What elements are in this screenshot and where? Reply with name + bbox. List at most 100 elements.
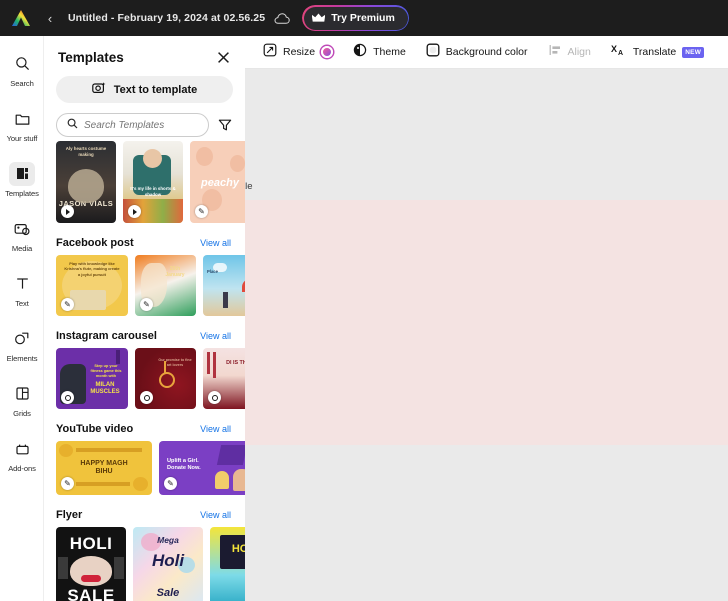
- sidebar-label-your-stuff: Your stuff: [6, 133, 38, 143]
- sidebar-item-grids[interactable]: Grids: [0, 372, 44, 427]
- section-title: Instagram carousel: [56, 330, 157, 342]
- canvas-document-band[interactable]: [245, 200, 728, 445]
- template-card-title: Step up your fitness game this month wit…: [90, 364, 122, 378]
- design-toolbar: Resize Theme Background color Align XA T…: [245, 36, 728, 69]
- sidebar-item-media[interactable]: Media: [0, 207, 44, 262]
- template-card-title: 26th January: [165, 266, 185, 279]
- template-card-title: HOLI: [69, 534, 113, 553]
- view-all-link[interactable]: View all: [200, 510, 231, 520]
- template-card-pink-diwali-carousel[interactable]: DI IS TH Best: [203, 348, 245, 409]
- view-all-link[interactable]: View all: [200, 238, 231, 248]
- translate-button[interactable]: XA Translate NEW: [611, 43, 705, 62]
- templates-icon: [9, 161, 35, 186]
- template-card-title: peachy: [201, 177, 239, 189]
- template-card-title: Aly hearts costume making: [65, 146, 107, 157]
- template-card-title: Play with knowledge like Krishna's flute…: [64, 261, 120, 277]
- theme-icon: [353, 43, 367, 62]
- template-card-title: Uplift a Girl. Donate Now.: [167, 458, 201, 472]
- left-rail: Search Your stuff Templates Media Text E…: [0, 36, 44, 601]
- section-title: Facebook post: [56, 237, 134, 249]
- template-card-peachy-pastel[interactable]: peachy ✎: [190, 141, 245, 223]
- top-bar: ‹ Untitled - February 19, 2024 at 02.56.…: [0, 0, 728, 36]
- folder-icon: [9, 107, 35, 131]
- template-card-krishna-jayanti-post[interactable]: Play with knowledge like Krishna's flute…: [56, 255, 128, 316]
- animation-pen-badge: ✎: [140, 298, 153, 311]
- sidebar-item-elements[interactable]: Elements: [0, 317, 44, 372]
- align-button[interactable]: Align: [548, 43, 591, 62]
- sidebar-item-add-ons[interactable]: Add-ons: [0, 427, 44, 482]
- text-to-template-button[interactable]: Text to template: [56, 76, 233, 103]
- resize-button[interactable]: Resize: [263, 43, 334, 62]
- resize-icon: [263, 43, 277, 62]
- sidebar-item-text[interactable]: Text: [0, 262, 44, 317]
- background-color-icon: [426, 43, 440, 62]
- back-button[interactable]: ‹: [40, 8, 60, 28]
- sidebar-label-search: Search: [10, 78, 34, 88]
- adobe-express-logo[interactable]: [10, 8, 32, 28]
- thumbnail-row: HAPPY MAGH BIHU ✎ Uplift a Girl. Donate …: [56, 441, 245, 495]
- template-card-mega-holi-sale-flyer[interactable]: Mega Holi Sale: [133, 527, 203, 601]
- template-section: Facebook post View all Play with knowled…: [44, 237, 245, 316]
- cloud-saved-icon: [274, 12, 290, 25]
- templates-panel-header: Templates: [44, 36, 245, 65]
- template-card-title: HOLI: [231, 543, 245, 555]
- align-icon: [548, 43, 562, 62]
- template-card-dark-horror-video[interactable]: Aly hearts costume making JASON VIALS: [56, 141, 116, 223]
- sidebar-item-search[interactable]: Search: [0, 42, 44, 97]
- filter-icon[interactable]: [217, 117, 233, 133]
- templates-search-row: [56, 113, 233, 137]
- template-card-republic-day-post[interactable]: 26th January ✎: [135, 255, 196, 316]
- template-card-title: DI IS TH Best: [226, 360, 245, 366]
- text-icon: [9, 272, 35, 296]
- close-icon[interactable]: [215, 49, 231, 65]
- try-premium-button[interactable]: Try Premium: [303, 6, 408, 30]
- template-card-beach-post[interactable]: Place: [203, 255, 245, 316]
- templates-panel: Templates Text to template Search Templa…: [44, 36, 245, 601]
- template-card-food-creator-video[interactable]: It's my life in shorts & shadow: [123, 141, 183, 223]
- theme-button[interactable]: Theme: [353, 43, 406, 62]
- video-play-badge: [61, 205, 74, 218]
- animation-pen-badge: ✎: [61, 477, 74, 490]
- search-icon: [9, 52, 35, 76]
- carousel-dot-badge: [140, 391, 153, 404]
- sidebar-label-media: Media: [11, 243, 33, 253]
- canvas-area[interactable]: l title: [233, 69, 728, 601]
- theme-label: Theme: [373, 46, 406, 58]
- search-templates-input[interactable]: [84, 119, 198, 131]
- template-card-subtitle: MILAN MUSCLES: [90, 382, 120, 395]
- text-to-template-label: Text to template: [113, 83, 198, 96]
- thumbnail-row: Step up your fitness game this month wit…: [56, 348, 245, 409]
- elements-icon: [9, 327, 35, 351]
- template-card-title: Our promise to fine art lovers: [158, 358, 192, 367]
- section-title: YouTube video: [56, 423, 134, 435]
- sidebar-item-templates[interactable]: Templates: [0, 152, 44, 207]
- template-section: Flyer View all HOLI SALE Mega Holi Sale …: [44, 509, 245, 601]
- animation-pen-badge: ✎: [61, 298, 74, 311]
- sidebar-item-your-stuff[interactable]: Your stuff: [0, 97, 44, 152]
- search-templates-box[interactable]: [56, 113, 209, 137]
- template-card-holi-yellow-flyer[interactable]: HOLI: [210, 527, 245, 601]
- magic-camera-icon: [91, 81, 107, 99]
- translate-label: Translate: [632, 46, 677, 58]
- template-card-dark-red-carousel[interactable]: Our promise to fine art lovers: [135, 348, 196, 409]
- media-icon: [9, 217, 35, 241]
- background-color-button[interactable]: Background color: [426, 43, 528, 62]
- template-card-holi-sale-flyer-dark[interactable]: HOLI SALE: [56, 527, 126, 601]
- new-badge: NEW: [682, 46, 705, 58]
- template-card-uplift-a-girl-video[interactable]: Uplift a Girl. Donate Now. ✎: [159, 441, 245, 495]
- search-icon: [67, 116, 78, 134]
- svg-text:A: A: [618, 50, 623, 57]
- template-card-gym-carousel[interactable]: Step up your fitness game this month wit…: [56, 348, 128, 409]
- templates-scroll-region[interactable]: Aly hearts costume making JASON VIALS It…: [44, 139, 245, 601]
- section-title: Flyer: [56, 509, 83, 521]
- premium-badge-icon: [321, 46, 334, 58]
- template-section: Instagram carousel View all Step up your…: [44, 330, 245, 409]
- animation-pen-badge: ✎: [164, 477, 177, 490]
- view-all-link[interactable]: View all: [200, 331, 231, 341]
- thumbnail-row: Aly hearts costume making JASON VIALS It…: [56, 141, 245, 223]
- section-header: YouTube video View all: [56, 423, 245, 435]
- view-all-link[interactable]: View all: [200, 424, 231, 434]
- document-title[interactable]: Untitled - February 19, 2024 at 02.56.25: [68, 12, 265, 24]
- translate-icon: XA: [611, 43, 627, 62]
- template-card-magh-bihu-video[interactable]: HAPPY MAGH BIHU ✎: [56, 441, 152, 495]
